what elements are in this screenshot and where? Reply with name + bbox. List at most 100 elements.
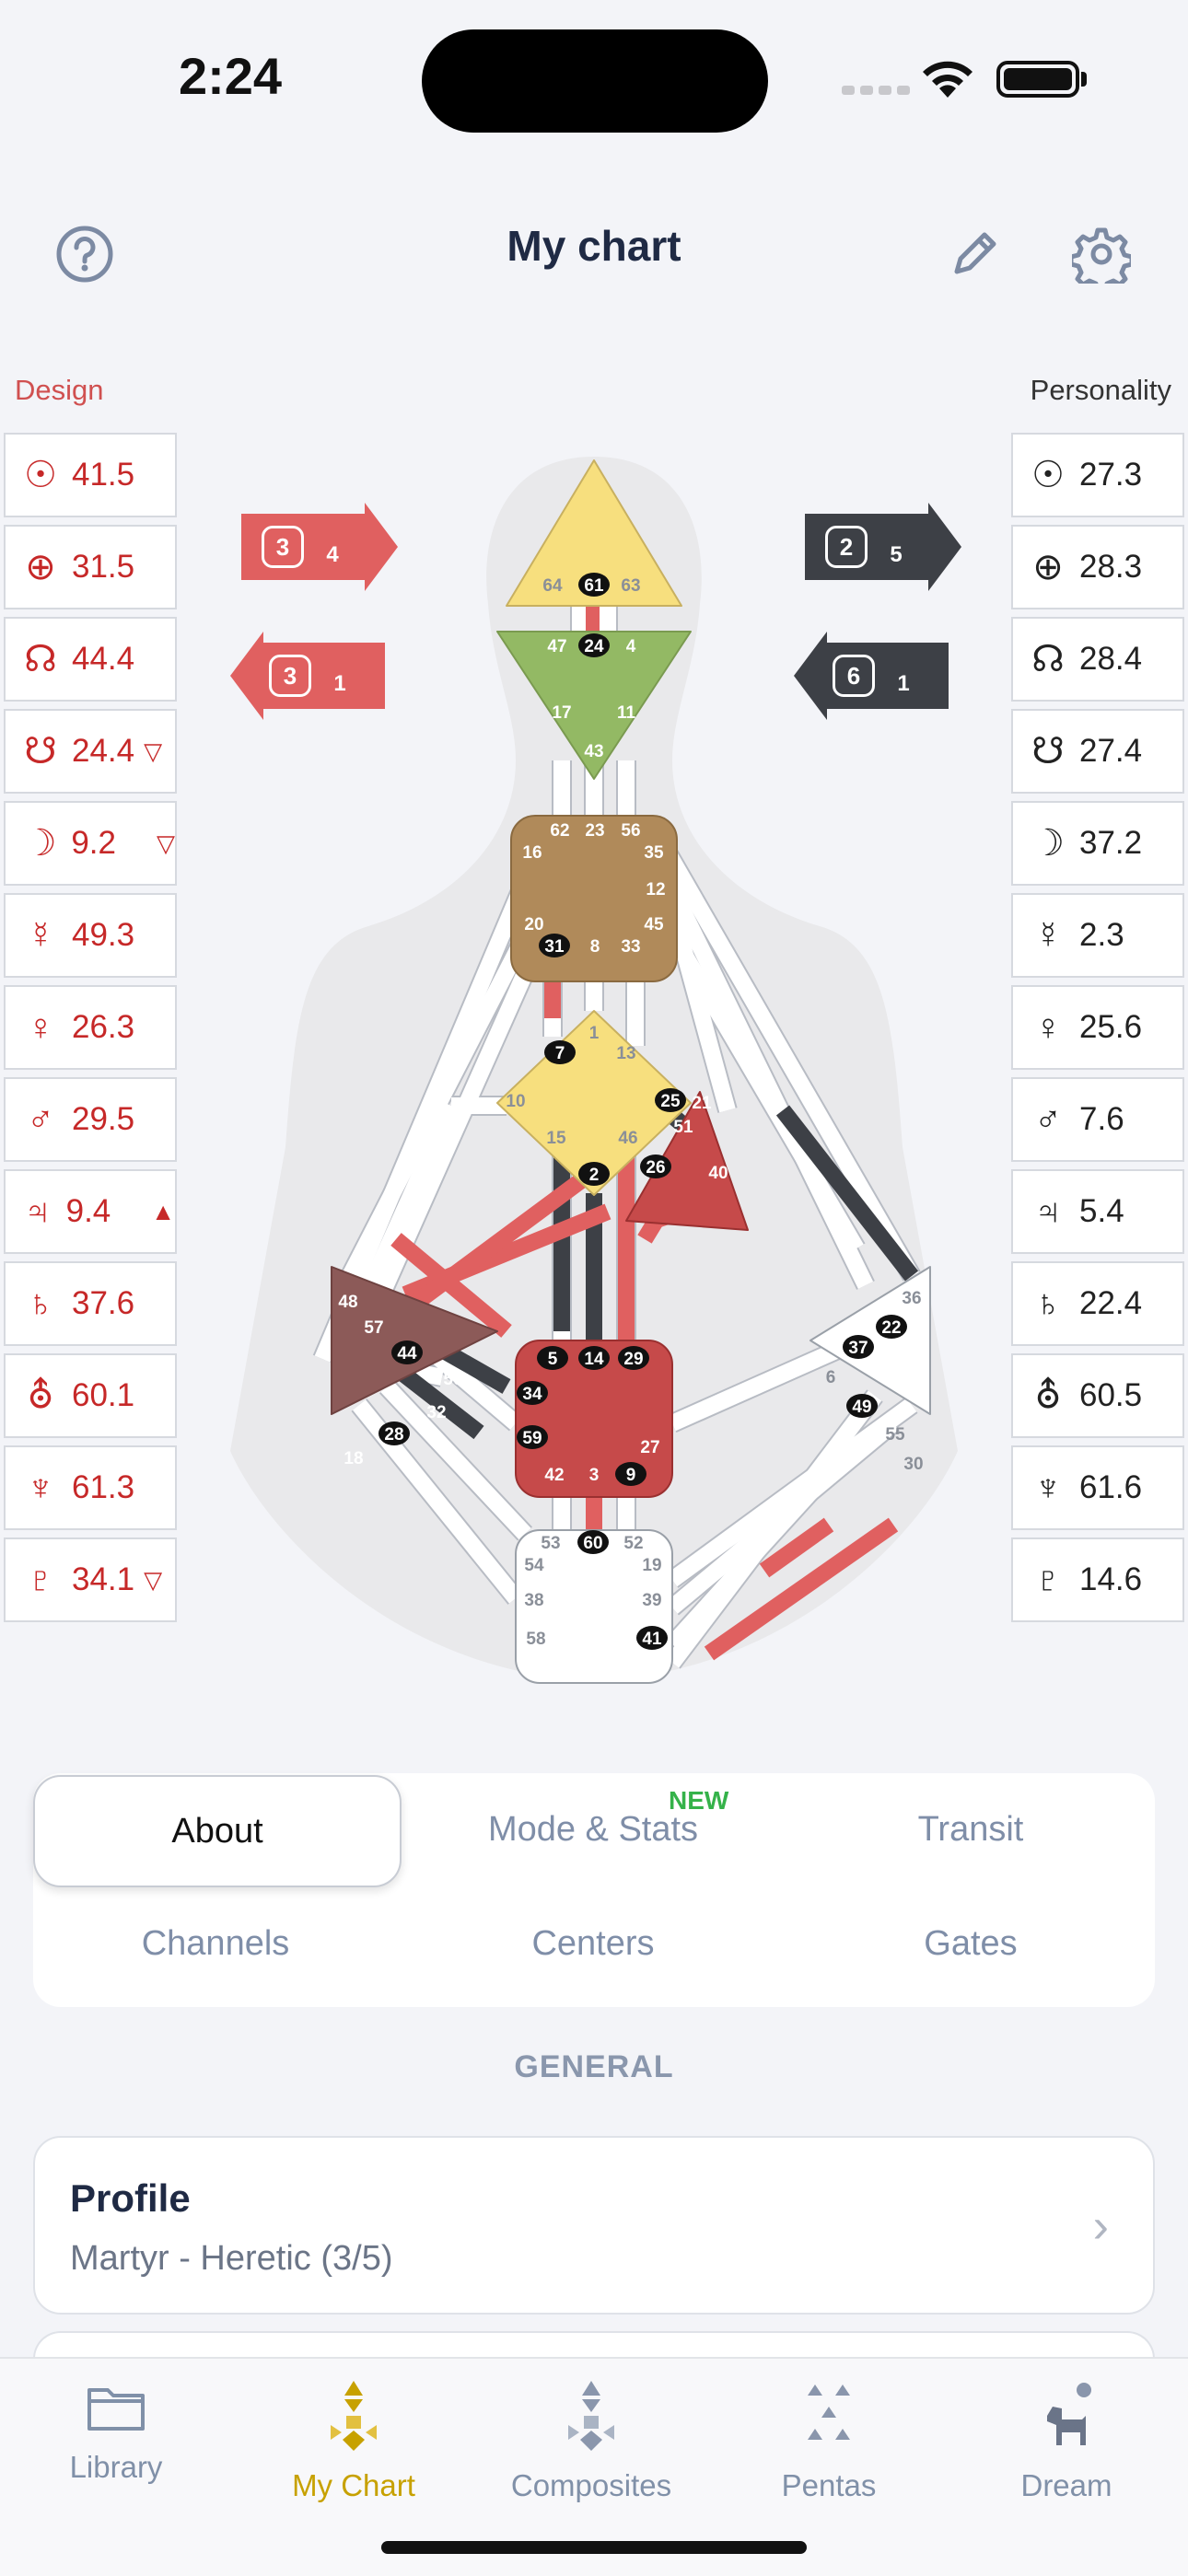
design-moon-cell[interactable]: ☽ 9.2 ▽ <box>4 801 177 886</box>
pers-earth-cell[interactable]: ⊕ 28.3 <box>1011 525 1184 609</box>
gate-29[interactable]: 29 <box>618 1346 649 1370</box>
gate-30[interactable]: 30 <box>903 1455 923 1474</box>
gate-59[interactable]: 59 <box>517 1425 548 1449</box>
gate-8[interactable]: 8 <box>590 937 600 957</box>
gate-46[interactable]: 46 <box>618 1129 637 1148</box>
gate-62[interactable]: 62 <box>550 821 569 841</box>
gate-52[interactable]: 52 <box>623 1534 643 1553</box>
gate-50[interactable]: 50 <box>443 1370 462 1389</box>
gate-1[interactable]: 1 <box>589 1024 600 1043</box>
gate-35[interactable]: 35 <box>644 843 664 863</box>
gate-9[interactable]: 9 <box>615 1462 646 1486</box>
gate-27[interactable]: 27 <box>640 1438 659 1457</box>
pers-neptune-cell[interactable]: ♆ 61.6 <box>1011 1445 1184 1530</box>
gate-38[interactable]: 38 <box>524 1591 543 1610</box>
gate-24[interactable]: 24 <box>578 633 610 657</box>
gate-33[interactable]: 33 <box>621 937 640 957</box>
gate-3[interactable]: 3 <box>589 1466 600 1485</box>
pers-uranus-cell[interactable]: ⛢ 60.5 <box>1011 1353 1184 1438</box>
settings-button[interactable] <box>1057 210 1146 298</box>
pers-north-node-cell[interactable]: ☊ 28.4 <box>1011 617 1184 702</box>
gate-4[interactable]: 4 <box>626 637 636 656</box>
gate-26[interactable]: 26 <box>640 1155 671 1178</box>
gate-60[interactable]: 60 <box>577 1530 609 1554</box>
tab-about[interactable]: About <box>33 1775 402 1887</box>
gate-49[interactable]: 49 <box>846 1394 878 1418</box>
pers-moon-cell[interactable]: ☽ 37.2 <box>1011 801 1184 886</box>
pers-pluto-cell[interactable]: ♇ 14.6 <box>1011 1537 1184 1622</box>
gate-36[interactable]: 36 <box>902 1289 921 1308</box>
tab-transit[interactable]: Transit <box>788 1810 1153 1850</box>
gate-37[interactable]: 37 <box>843 1335 874 1359</box>
tabbar-composites[interactable]: Composites <box>490 2379 693 2503</box>
tabbar-library[interactable]: Library <box>15 2379 217 2485</box>
design-neptune-cell[interactable]: ♆ 61.3 <box>4 1445 177 1530</box>
gate-19[interactable]: 19 <box>642 1556 661 1575</box>
gate-45[interactable]: 45 <box>644 915 664 934</box>
gate-51[interactable]: 51 <box>673 1118 693 1137</box>
design-sun-cell[interactable]: ☉ 41.5 <box>4 433 177 517</box>
pers-south-node-cell[interactable]: ☋ 27.4 <box>1011 709 1184 794</box>
gate-20[interactable]: 20 <box>524 915 543 934</box>
pers-saturn-cell[interactable]: ♄ 22.4 <box>1011 1261 1184 1346</box>
tabbar-pentas[interactable]: Pentas <box>728 2379 930 2503</box>
gate-2[interactable]: 2 <box>578 1162 610 1186</box>
design-south-node-cell[interactable]: ☋ 24.4 ▽ <box>4 709 177 794</box>
pers-mars-cell[interactable]: ♂ 7.6 <box>1011 1077 1184 1162</box>
gate-10[interactable]: 10 <box>506 1092 525 1111</box>
gate-17[interactable]: 17 <box>552 703 571 723</box>
gate-15[interactable]: 15 <box>546 1129 566 1148</box>
pers-mercury-cell[interactable]: ☿ 2.3 <box>1011 893 1184 978</box>
gate-39[interactable]: 39 <box>642 1591 661 1610</box>
gate-40[interactable]: 40 <box>708 1164 728 1183</box>
gate-43[interactable]: 43 <box>584 742 603 761</box>
design-saturn-cell[interactable]: ♄ 37.6 <box>4 1261 177 1346</box>
gate-64[interactable]: 64 <box>542 576 563 596</box>
tabbar-mychart[interactable]: My Chart <box>252 2379 455 2503</box>
tabbar-dream[interactable]: Dream <box>965 2379 1168 2503</box>
tab-channels[interactable]: Channels <box>33 1924 398 1964</box>
design-mars-cell[interactable]: ♂ 29.5 <box>4 1077 177 1162</box>
gate-42[interactable]: 42 <box>544 1466 564 1485</box>
gate-47[interactable]: 47 <box>547 637 566 656</box>
help-button[interactable] <box>41 210 129 298</box>
gate-14[interactable]: 14 <box>578 1346 610 1370</box>
tab-centers[interactable]: Centers <box>411 1924 775 1964</box>
design-earth-cell[interactable]: ⊕ 31.5 <box>4 525 177 609</box>
design-mercury-cell[interactable]: ☿ 49.3 <box>4 893 177 978</box>
gate-16[interactable]: 16 <box>522 843 542 863</box>
gate-53[interactable]: 53 <box>541 1534 560 1553</box>
gate-7[interactable]: 7 <box>544 1040 576 1064</box>
gate-18[interactable]: 18 <box>344 1449 363 1468</box>
gate-21[interactable]: 21 <box>692 1094 712 1113</box>
gate-55[interactable]: 55 <box>885 1425 905 1445</box>
gate-48[interactable]: 48 <box>338 1293 357 1312</box>
tab-gates[interactable]: Gates <box>788 1924 1153 1964</box>
gate-63[interactable]: 63 <box>621 576 640 596</box>
bodygraph[interactable]: 64 61 6347 24 417 114362 23 5616 351220 4531 8 3311… <box>212 447 976 1690</box>
gate-22[interactable]: 22 <box>876 1315 907 1339</box>
gate-31[interactable]: 31 <box>539 934 570 957</box>
edit-button[interactable] <box>930 210 1019 298</box>
gate-23[interactable]: 23 <box>585 821 604 841</box>
design-venus-cell[interactable]: ♀ 26.3 <box>4 985 177 1070</box>
gate-57[interactable]: 57 <box>364 1318 383 1338</box>
gate-41[interactable]: 41 <box>636 1626 668 1650</box>
design-jupiter-cell[interactable]: ♃ 9.4 ▲ <box>4 1169 177 1254</box>
profile-card[interactable]: Profile Martyr - Heretic (3/5) › <box>33 2136 1155 2315</box>
pers-sun-cell[interactable]: ☉ 27.3 <box>1011 433 1184 517</box>
tab-mode-stats[interactable]: Mode & Stats <box>411 1810 775 1850</box>
gate-58[interactable]: 58 <box>526 1630 545 1649</box>
gate-56[interactable]: 56 <box>621 821 640 841</box>
design-north-node-cell[interactable]: ☊ 44.4 <box>4 617 177 702</box>
gate-12[interactable]: 12 <box>646 880 665 899</box>
gate-11[interactable]: 11 <box>617 703 636 723</box>
gate-61[interactable]: 61 <box>578 573 610 597</box>
pers-venus-cell[interactable]: ♀ 25.6 <box>1011 985 1184 1070</box>
gate-6[interactable]: 6 <box>826 1368 836 1387</box>
pers-jupiter-cell[interactable]: ♃ 5.4 <box>1011 1169 1184 1254</box>
gate-54[interactable]: 54 <box>524 1556 544 1575</box>
gate-5[interactable]: 5 <box>537 1346 568 1370</box>
gate-25[interactable]: 25 <box>655 1088 686 1112</box>
gate-32[interactable]: 32 <box>426 1403 446 1422</box>
